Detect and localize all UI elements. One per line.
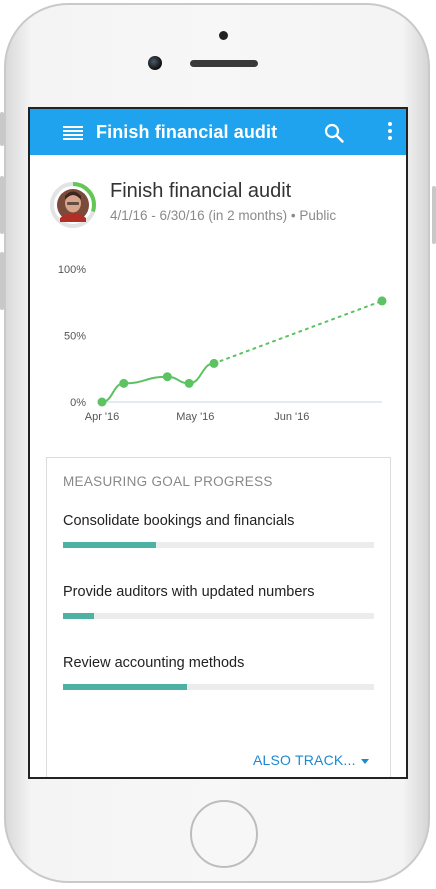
y-tick-label: 50% — [64, 331, 86, 343]
chevron-down-icon — [360, 758, 369, 764]
camera-dot — [219, 31, 228, 40]
data-point — [97, 397, 107, 407]
key-result-item[interactable]: Consolidate bookings and financials — [63, 513, 374, 548]
target-point — [377, 296, 387, 306]
key-result-label: Consolidate bookings and financials — [63, 513, 295, 529]
speaker-grille — [190, 60, 258, 67]
mute-switch[interactable] — [0, 112, 4, 146]
progress-line — [101, 362, 215, 403]
key-result-progress-fill — [63, 542, 157, 548]
more-options-icon[interactable] — [386, 122, 394, 144]
also-track-label[interactable]: ALSO TRACK... — [253, 752, 356, 768]
key-result-progress-fill — [63, 684, 188, 690]
search-icon[interactable] — [324, 123, 344, 143]
measuring-progress-card: MEASURING GOAL PROGRESS Consolidate book… — [46, 457, 391, 777]
key-result-label: Review accounting methods — [63, 655, 245, 671]
power-button[interactable] — [432, 186, 436, 244]
also-track-dropdown[interactable]: ALSO TRACK... — [253, 752, 369, 768]
app-bar: Finish financial audit — [30, 109, 406, 155]
key-result-item[interactable]: Review accounting methods — [63, 655, 374, 690]
x-tick-label: May '16 — [176, 411, 214, 423]
card-heading: MEASURING GOAL PROGRESS — [63, 474, 273, 489]
volume-up-button[interactable] — [0, 176, 4, 234]
key-result-item[interactable]: Provide auditors with updated numbers — [63, 584, 374, 619]
app-bar-title: Finish financial audit — [96, 122, 278, 142]
key-result-progress-track — [63, 542, 374, 548]
data-point — [119, 378, 129, 388]
key-result-progress-fill — [63, 613, 95, 619]
home-button[interactable] — [190, 800, 258, 868]
goal-title: Finish financial audit — [110, 180, 292, 202]
menu-icon[interactable] — [63, 126, 83, 140]
key-result-progress-track — [63, 684, 374, 690]
data-point — [184, 378, 194, 388]
volume-down-button[interactable] — [0, 252, 4, 310]
y-tick-label: 100% — [58, 264, 86, 276]
x-tick-label: Jun '16 — [274, 411, 309, 423]
app-screen: Finish financial audit Finish financial … — [28, 107, 408, 779]
avatar[interactable] — [50, 182, 96, 228]
goal-date-range: 4/1/16 - 6/30/16 (in 2 months) • Public — [110, 208, 337, 223]
progress-chart: 100% 50% 0% Apr '16 May '16 Jun '16 — [58, 264, 387, 423]
key-result-label: Provide auditors with updated numbers — [63, 584, 315, 600]
front-camera — [148, 56, 162, 70]
x-tick-label: Apr '16 — [85, 411, 120, 423]
projection-line — [213, 299, 383, 365]
y-tick-label: 0% — [70, 397, 86, 409]
key-result-progress-track — [63, 613, 374, 619]
data-point — [162, 372, 172, 382]
